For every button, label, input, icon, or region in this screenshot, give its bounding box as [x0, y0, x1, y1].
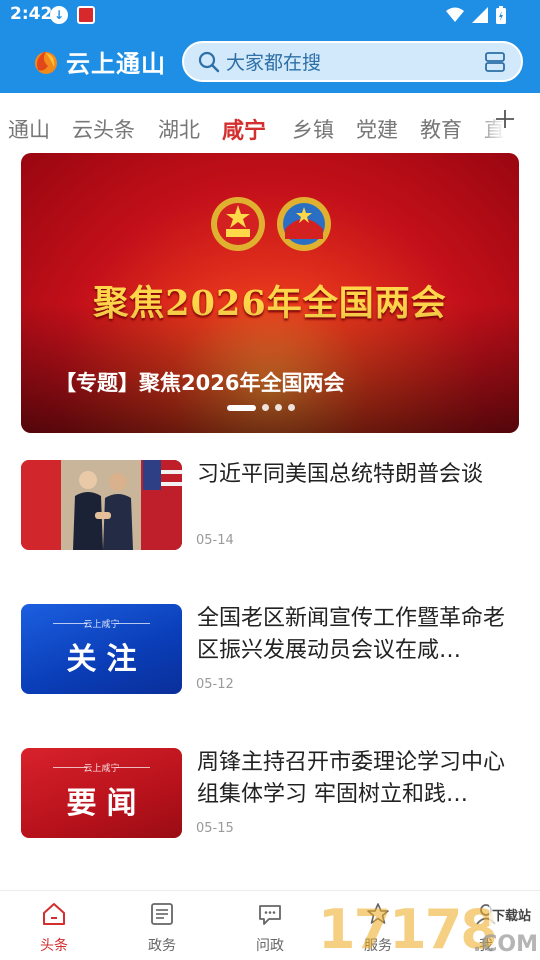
carousel-dot-active: [227, 404, 256, 411]
cppcc-emblem-icon: [277, 197, 331, 251]
search-icon: [198, 51, 220, 72]
news-date: 05-15: [196, 821, 234, 836]
add-channel-icon[interactable]: [494, 108, 516, 130]
news-thumbnail: [21, 460, 182, 550]
tab-xianning[interactable]: 咸宁: [222, 113, 266, 145]
search-bar[interactable]: 大家都在搜: [182, 41, 523, 82]
top-banner[interactable]: 聚焦2026年全国两会 【专题】聚焦2026年全国两会: [21, 153, 519, 433]
tab-hubei[interactable]: 湖北: [158, 114, 200, 144]
app-name: 云上通山: [66, 50, 166, 78]
news-thumbnail: 云上咸宁 关注: [21, 604, 182, 694]
news-title: 全国老区新闻宣传工作暨革命老区振兴发展动员会议在咸…: [197, 606, 506, 663]
news-icon: [151, 903, 173, 925]
site-watermark: 17178 下载站 .COM: [314, 898, 540, 960]
watermark-tag: 下载站: [488, 904, 534, 925]
watermark-suffix: .COM: [472, 932, 538, 957]
battery-icon: [496, 6, 506, 24]
tab-dangjian[interactable]: 党建: [356, 114, 398, 144]
app-brand: 云上通山: [32, 44, 166, 79]
status-icons: [446, 6, 506, 24]
status-time: 2:42: [10, 4, 53, 24]
scan-icon[interactable]: [483, 50, 507, 74]
nav-item-toutiao[interactable]: 头条: [14, 901, 94, 955]
nav-label: 头条: [40, 938, 68, 954]
tab-yuntoutiao[interactable]: 云头条: [72, 114, 135, 144]
news-item[interactable]: 习近平同美国总统特朗普会谈 05-14: [21, 459, 519, 551]
app-screen: 2:42 ↓ 云上通山 大家都在搜 通山 云头条 湖北 咸宁 乡镇 党建 教育 …: [0, 0, 540, 960]
banner-caption: 【专题】聚焦2026年全国两会: [55, 371, 345, 395]
tab-tongshan[interactable]: 通山: [8, 114, 50, 144]
thumbnail-tag: 云上咸宁: [83, 764, 120, 774]
meeting-photo: [21, 460, 182, 550]
tab-xiangzhen[interactable]: 乡镇: [292, 114, 334, 144]
channel-tabs: 通山 云头条 湖北 咸宁 乡镇 党建 教育 直: [0, 108, 540, 152]
nav-label: 政务: [148, 938, 176, 954]
thumbnail-word: 关注: [66, 642, 147, 677]
news-item[interactable]: 云上咸宁 关注 全国老区新闻宣传工作暨革命老区振兴发展动员会议在咸… 05-12: [21, 603, 519, 695]
chat-icon: [259, 905, 281, 925]
news-title: 习近平同美国总统特朗普会谈: [197, 462, 484, 487]
wifi-icon: [446, 7, 464, 22]
nav-item-zhengwu[interactable]: 政务: [122, 901, 202, 955]
carousel-indicator: [227, 404, 295, 411]
watermark-number: 17178: [318, 898, 498, 960]
news-date: 05-12: [196, 677, 234, 692]
carousel-dot: [288, 404, 295, 411]
search-placeholder: 大家都在搜: [226, 52, 322, 74]
tab-jiaoyu[interactable]: 教育: [420, 114, 462, 144]
carousel-dot: [262, 404, 269, 411]
app-logo-icon: [35, 50, 57, 74]
news-thumbnail: 云上咸宁 要闻: [21, 748, 182, 838]
signal-icon: [472, 7, 488, 23]
home-icon: [43, 903, 65, 925]
news-title: 周锋主持召开市委理论学习中心组集体学习 牢固树立和践…: [197, 750, 506, 807]
thumbnail-word: 要闻: [66, 786, 147, 821]
news-item[interactable]: 云上咸宁 要闻 周锋主持召开市委理论学习中心组集体学习 牢固树立和践… 05-1…: [21, 747, 519, 839]
carousel-dot: [275, 404, 282, 411]
status-bar: 2:42 ↓: [0, 0, 540, 30]
thumbnail-tag: 云上咸宁: [83, 620, 120, 630]
national-emblem-icon: [211, 197, 265, 251]
news-date: 05-14: [196, 533, 234, 548]
app-notification-icon: [77, 6, 95, 24]
nav-label: 问政: [256, 938, 284, 954]
download-icon: ↓: [50, 6, 68, 24]
nav-item-wenzheng[interactable]: 问政: [230, 901, 310, 955]
app-header: 2:42 ↓ 云上通山 大家都在搜: [0, 0, 540, 93]
